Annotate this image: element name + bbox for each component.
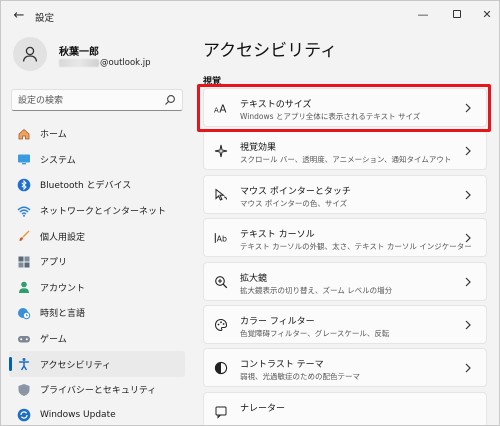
search-input[interactable] xyxy=(18,93,158,108)
sidebar-item-accessibility[interactable]: アクセシビリティ xyxy=(9,351,185,377)
text-size-icon: AA xyxy=(214,101,228,115)
settings-card-list: AA テキストのサイズ Windows とアプリ全体に表示されるテキスト サイズ… xyxy=(203,88,487,425)
svg-text:Ab: Ab xyxy=(217,235,227,244)
accessibility-icon xyxy=(17,357,31,371)
user-email: @outlook.jp xyxy=(59,58,151,68)
user-name: 秋葉一郎 xyxy=(59,47,99,58)
card-narrator[interactable]: ナレーター xyxy=(203,391,487,425)
title-bar: ← 設定 — ✕ xyxy=(1,1,499,31)
sparkle-icon xyxy=(214,144,228,158)
card-description: 色覚障碍フィルター、グレースケール、反転 xyxy=(240,328,390,338)
chevron-right-icon xyxy=(465,103,471,113)
contrast-icon xyxy=(214,361,228,375)
card-title: テキスト カーソル xyxy=(240,230,315,241)
card-title: カラー フィルター xyxy=(240,316,315,327)
sidebar-item-label: システム xyxy=(40,155,76,166)
search-box[interactable] xyxy=(11,89,183,111)
redacted-email-part xyxy=(59,59,99,67)
app-title: 設定 xyxy=(35,13,55,24)
bluetooth-icon xyxy=(17,178,31,192)
back-button[interactable]: ← xyxy=(11,8,27,24)
card-title: コントラスト テーマ xyxy=(240,360,324,371)
card-text-cursor[interactable]: Ab テキスト カーソル テキスト カーソルの外観、太さ、テキスト カーソル イ… xyxy=(203,218,487,258)
card-visual-effects[interactable]: 視覚効果 スクロール バー、透明度、アニメーション、通知タイムアウト xyxy=(203,131,487,171)
sidebar-item-label: Bluetooth とデバイス xyxy=(40,181,132,192)
sidebar-item-label: ホーム xyxy=(40,130,67,141)
sidebar-item-system[interactable]: システム xyxy=(9,147,185,173)
magnifier-icon xyxy=(214,275,228,289)
text-cursor-icon: Ab xyxy=(214,231,228,245)
sidebar-item-network[interactable]: ネットワークとインターネット xyxy=(9,198,185,224)
card-title: マウス ポインターとタッチ xyxy=(240,186,351,197)
sidebar-item-label: アクセシビリティ xyxy=(40,360,112,371)
sidebar-item-gaming[interactable]: ゲーム xyxy=(9,326,185,352)
card-description: 弱視、光過敏症のための配色テーマ xyxy=(240,372,360,382)
wifi-icon xyxy=(17,204,31,218)
card-title: 視覚効果 xyxy=(240,143,277,154)
brush-icon xyxy=(17,229,31,243)
chevron-right-icon xyxy=(465,190,471,200)
settings-window: ← 設定 — ✕ 秋葉一郎 @outlook.jp ホーム xyxy=(0,0,500,426)
sidebar-item-label: 時刻と言語 xyxy=(40,309,86,320)
person-icon xyxy=(22,46,38,62)
sidebar-item-label: アプリ xyxy=(40,258,68,269)
sidebar-item-personalization[interactable]: 個人用設定 xyxy=(9,223,185,249)
apps-icon xyxy=(17,255,31,269)
sidebar-item-label: Windows Update xyxy=(40,410,116,421)
card-mouse-pointer-touch[interactable]: マウス ポインターとタッチ マウス ポインターの色、サイズ xyxy=(203,174,487,214)
chevron-right-icon xyxy=(465,277,471,286)
system-icon xyxy=(17,152,31,166)
card-contrast-themes[interactable]: コントラスト テーマ 弱視、光過敏症のための配色テーマ xyxy=(203,348,487,388)
narrator-icon xyxy=(214,405,228,419)
sidebar-nav: ホーム システム Bluetooth とデバイス ネットワークとインターネット … xyxy=(9,121,185,425)
svg-text:A: A xyxy=(219,103,227,115)
section-heading: 視覚 xyxy=(203,77,222,87)
card-title: ナレーター xyxy=(240,403,286,414)
globe-clock-icon xyxy=(17,306,31,320)
sidebar-item-apps[interactable]: アプリ xyxy=(9,249,185,275)
card-color-filter[interactable]: カラー フィルター 色覚障碍フィルター、グレースケール、反転 xyxy=(203,304,487,344)
avatar[interactable] xyxy=(13,37,47,71)
gamepad-icon xyxy=(17,332,31,346)
svg-text:A: A xyxy=(214,106,219,114)
sidebar-item-bluetooth[interactable]: Bluetooth とデバイス xyxy=(9,172,185,198)
card-description: Windows とアプリ全体に表示されるテキスト サイズ xyxy=(240,112,421,121)
update-icon xyxy=(17,408,31,422)
maximize-button[interactable] xyxy=(447,5,467,25)
chevron-right-icon xyxy=(465,233,471,243)
chevron-right-icon xyxy=(465,320,471,330)
mouse-pointer-icon xyxy=(214,188,228,202)
sidebar-item-label: 個人用設定 xyxy=(40,232,86,243)
card-description: テキスト カーソルの外観、太さ、テキスト カーソル インジケーター xyxy=(240,242,472,252)
chevron-right-icon xyxy=(465,363,471,373)
user-email-suffix: @outlook.jp xyxy=(100,58,151,68)
sidebar-item-home[interactable]: ホーム xyxy=(9,121,185,147)
minimize-button[interactable]: — xyxy=(413,5,433,25)
account-icon xyxy=(17,280,31,294)
sidebar-item-time-language[interactable]: 時刻と言語 xyxy=(9,300,185,326)
card-title: テキストのサイズ xyxy=(240,100,312,110)
card-description: 拡大鏡表示の切り替え、ズーム レベルの増分 xyxy=(240,285,393,295)
sidebar-item-label: ゲーム xyxy=(40,335,67,346)
card-title: 拡大鏡 xyxy=(240,273,268,284)
sidebar-item-label: アカウント xyxy=(40,283,86,294)
sidebar-item-label: プライバシーとセキュリティ xyxy=(40,386,157,397)
chevron-right-icon xyxy=(465,146,471,156)
sidebar-item-accounts[interactable]: アカウント xyxy=(9,275,185,301)
card-description: マウス ポインターの色、サイズ xyxy=(240,198,348,208)
sidebar-item-privacy[interactable]: プライバシーとセキュリティ xyxy=(9,377,185,403)
close-button[interactable]: ✕ xyxy=(477,5,497,25)
shield-icon xyxy=(17,383,31,397)
color-filter-icon xyxy=(214,318,228,332)
card-description: スクロール バー、透明度、アニメーション、通知タイムアウト xyxy=(240,155,452,165)
search-icon[interactable] xyxy=(164,94,176,106)
card-text-size[interactable]: AA テキストのサイズ Windows とアプリ全体に表示されるテキスト サイズ xyxy=(203,88,487,127)
home-icon xyxy=(17,127,31,141)
sidebar-item-windows-update[interactable]: Windows Update xyxy=(9,403,185,425)
sidebar-item-label: ネットワークとインターネット xyxy=(40,207,167,218)
page-title: アクセシビリティ xyxy=(203,41,338,61)
card-magnifier[interactable]: 拡大鏡 拡大鏡表示の切り替え、ズーム レベルの増分 xyxy=(203,261,487,301)
maximize-icon xyxy=(453,10,461,18)
